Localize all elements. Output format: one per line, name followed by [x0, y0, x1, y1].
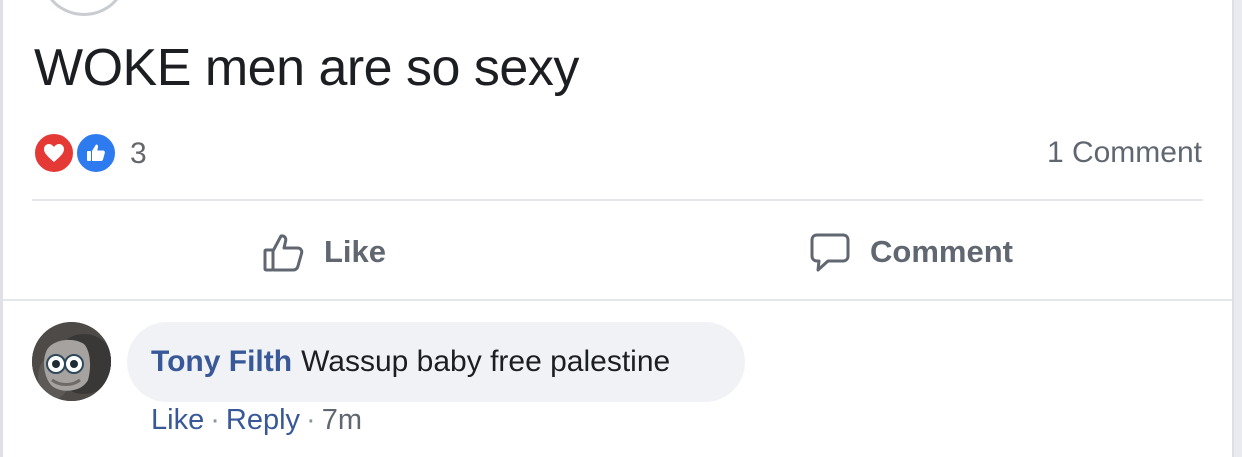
post-text: WOKE men are so sexy [34, 39, 579, 97]
comment-author[interactable]: Tony Filth [151, 345, 292, 379]
comment-text: Wassup baby free palestine [301, 345, 671, 378]
reaction-count: 3 [130, 137, 147, 170]
card-left-border [0, 0, 3, 457]
card-right-border [1232, 0, 1242, 457]
comment-reply-link[interactable]: Reply [226, 404, 300, 436]
commenter-avatar[interactable] [32, 322, 111, 401]
comment-like-link[interactable]: Like [151, 404, 204, 436]
divider [3, 299, 1232, 301]
comment-button-label: Comment [870, 234, 1013, 269]
heart-icon [32, 131, 76, 175]
speech-bubble-icon [810, 233, 850, 272]
separator-dot: · [306, 404, 316, 436]
comment-count-link[interactable]: 1 Comment [1047, 136, 1202, 170]
thumbs-up-icon [74, 131, 118, 175]
comment-bubble: Tony Filth Wassup baby free palestine [127, 322, 745, 402]
poster-avatar[interactable] [42, 0, 126, 16]
divider [32, 199, 1203, 201]
separator-dot: · [210, 404, 220, 436]
comment-timestamp[interactable]: 7m [322, 404, 362, 436]
comment-actions: Like · Reply · 7m [151, 404, 362, 437]
like-button-label: Like [324, 234, 387, 269]
post-card: WOKE men are so sexy 3 1 Comment Like Co… [0, 0, 1242, 457]
like-button[interactable]: Like [262, 226, 386, 278]
comment-button[interactable]: Comment [808, 226, 1013, 278]
thumbs-up-outline-icon [263, 234, 304, 272]
